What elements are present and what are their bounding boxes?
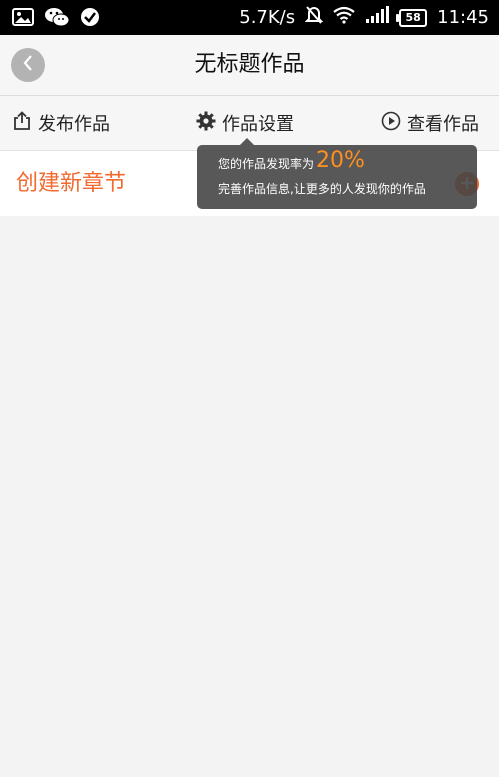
clock: 11:45	[437, 7, 489, 28]
page-title: 无标题作品	[194, 52, 305, 77]
image-notification-icon	[12, 7, 34, 31]
back-button[interactable]	[11, 48, 45, 82]
share-icon	[12, 110, 32, 136]
battery-icon: 58	[396, 8, 428, 27]
tooltip-arrow	[240, 138, 254, 145]
discovery-rate-value: 20%	[316, 148, 365, 173]
mute-icon	[304, 5, 324, 30]
tooltip-hint: 完善作品信息,让更多的人发现你的作品	[218, 182, 426, 196]
view-work-button[interactable]: 查看作品	[381, 96, 479, 150]
wifi-icon	[333, 6, 355, 29]
notification-icons	[12, 6, 100, 32]
chevron-left-icon	[21, 54, 35, 76]
check-circle-icon	[80, 7, 100, 31]
wechat-icon	[44, 6, 70, 32]
publish-label: 发布作品	[38, 114, 110, 135]
settings-label: 作品设置	[222, 114, 294, 135]
title-bar: 无标题作品	[0, 35, 499, 96]
status-bar: 5.7K/s 58 11:45	[0, 0, 499, 35]
view-label: 查看作品	[407, 114, 479, 135]
tooltip-rate-line: 您的作品发现率为 20%	[218, 150, 365, 172]
network-speed: 5.7K/s	[239, 7, 296, 28]
publish-work-button[interactable]: 发布作品	[12, 96, 110, 150]
play-icon	[381, 111, 401, 136]
create-chapter-button[interactable]: 创建新章节	[16, 151, 126, 216]
system-status: 5.7K/s 58 11:45	[239, 0, 489, 35]
gear-icon	[196, 111, 216, 136]
signal-icon	[365, 6, 390, 29]
tooltip-rate-prefix: 您的作品发现率为	[218, 157, 315, 171]
discovery-rate-tooltip[interactable]: 您的作品发现率为 20% 完善作品信息,让更多的人发现你的作品	[197, 145, 477, 209]
